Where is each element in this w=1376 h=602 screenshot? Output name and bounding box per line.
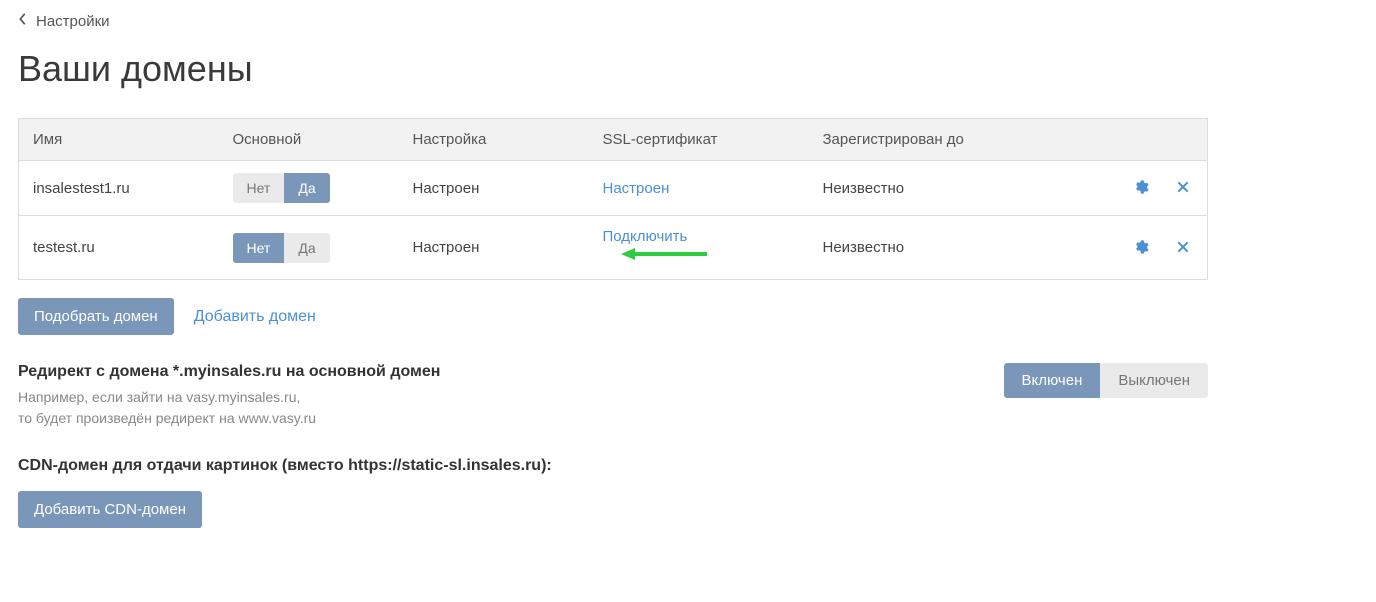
ssl-status-link[interactable]: Настроен xyxy=(603,180,670,197)
redirect-title: Редирект с домена *.myinsales.ru на осно… xyxy=(18,363,984,381)
arrow-left-icon xyxy=(619,245,709,267)
redirect-hint: Например, если зайти на vasy.myinsales.r… xyxy=(18,387,984,429)
close-icon[interactable] xyxy=(1173,177,1193,197)
registered-until: Неизвестно xyxy=(809,216,1099,280)
cdn-title: CDN-домен для отдачи картинок (вместо ht… xyxy=(18,457,1208,475)
table-row: insalestest1.ru Нет Да Настроен Настроен… xyxy=(19,161,1208,216)
redirect-toggle: Включен Выключен xyxy=(1004,363,1209,398)
primary-toggle: Нет Да xyxy=(233,233,330,263)
add-domain-link[interactable]: Добавить домен xyxy=(194,308,316,326)
th-config: Настройка xyxy=(399,119,589,161)
toggle-no-button[interactable]: Нет xyxy=(233,173,285,203)
breadcrumb[interactable]: Настройки xyxy=(18,12,1358,30)
th-registered: Зарегистрирован до xyxy=(809,119,1099,161)
toggle-yes-button[interactable]: Да xyxy=(284,233,329,263)
redirect-off-button[interactable]: Выключен xyxy=(1100,363,1208,398)
th-name: Имя xyxy=(19,119,219,161)
primary-toggle: Нет Да xyxy=(233,173,330,203)
gear-icon[interactable] xyxy=(1131,237,1151,257)
domain-name: insalestest1.ru xyxy=(19,161,219,216)
toggle-yes-button[interactable]: Да xyxy=(284,173,329,203)
chevron-left-icon xyxy=(18,12,28,30)
domains-table: Имя Основной Настройка SSL-сертификат За… xyxy=(18,118,1208,280)
th-primary: Основной xyxy=(219,119,399,161)
add-cdn-domain-button[interactable]: Добавить CDN-домен xyxy=(18,491,202,528)
pick-domain-button[interactable]: Подобрать домен xyxy=(18,298,174,335)
breadcrumb-label: Настройки xyxy=(36,13,110,30)
redirect-on-button[interactable]: Включен xyxy=(1004,363,1101,398)
th-ssl: SSL-сертификат xyxy=(589,119,809,161)
domain-name: testest.ru xyxy=(19,216,219,280)
config-status: Настроен xyxy=(399,161,589,216)
toggle-no-button[interactable]: Нет xyxy=(233,233,285,263)
close-icon[interactable] xyxy=(1173,237,1193,257)
config-status: Настроен xyxy=(399,216,589,280)
ssl-connect-link[interactable]: Подключить xyxy=(603,228,688,245)
page-title: Ваши домены xyxy=(18,48,1358,90)
registered-until: Неизвестно xyxy=(809,161,1099,216)
gear-icon[interactable] xyxy=(1131,177,1151,197)
table-row: testest.ru Нет Да Настроен Подключить Не… xyxy=(19,216,1208,280)
